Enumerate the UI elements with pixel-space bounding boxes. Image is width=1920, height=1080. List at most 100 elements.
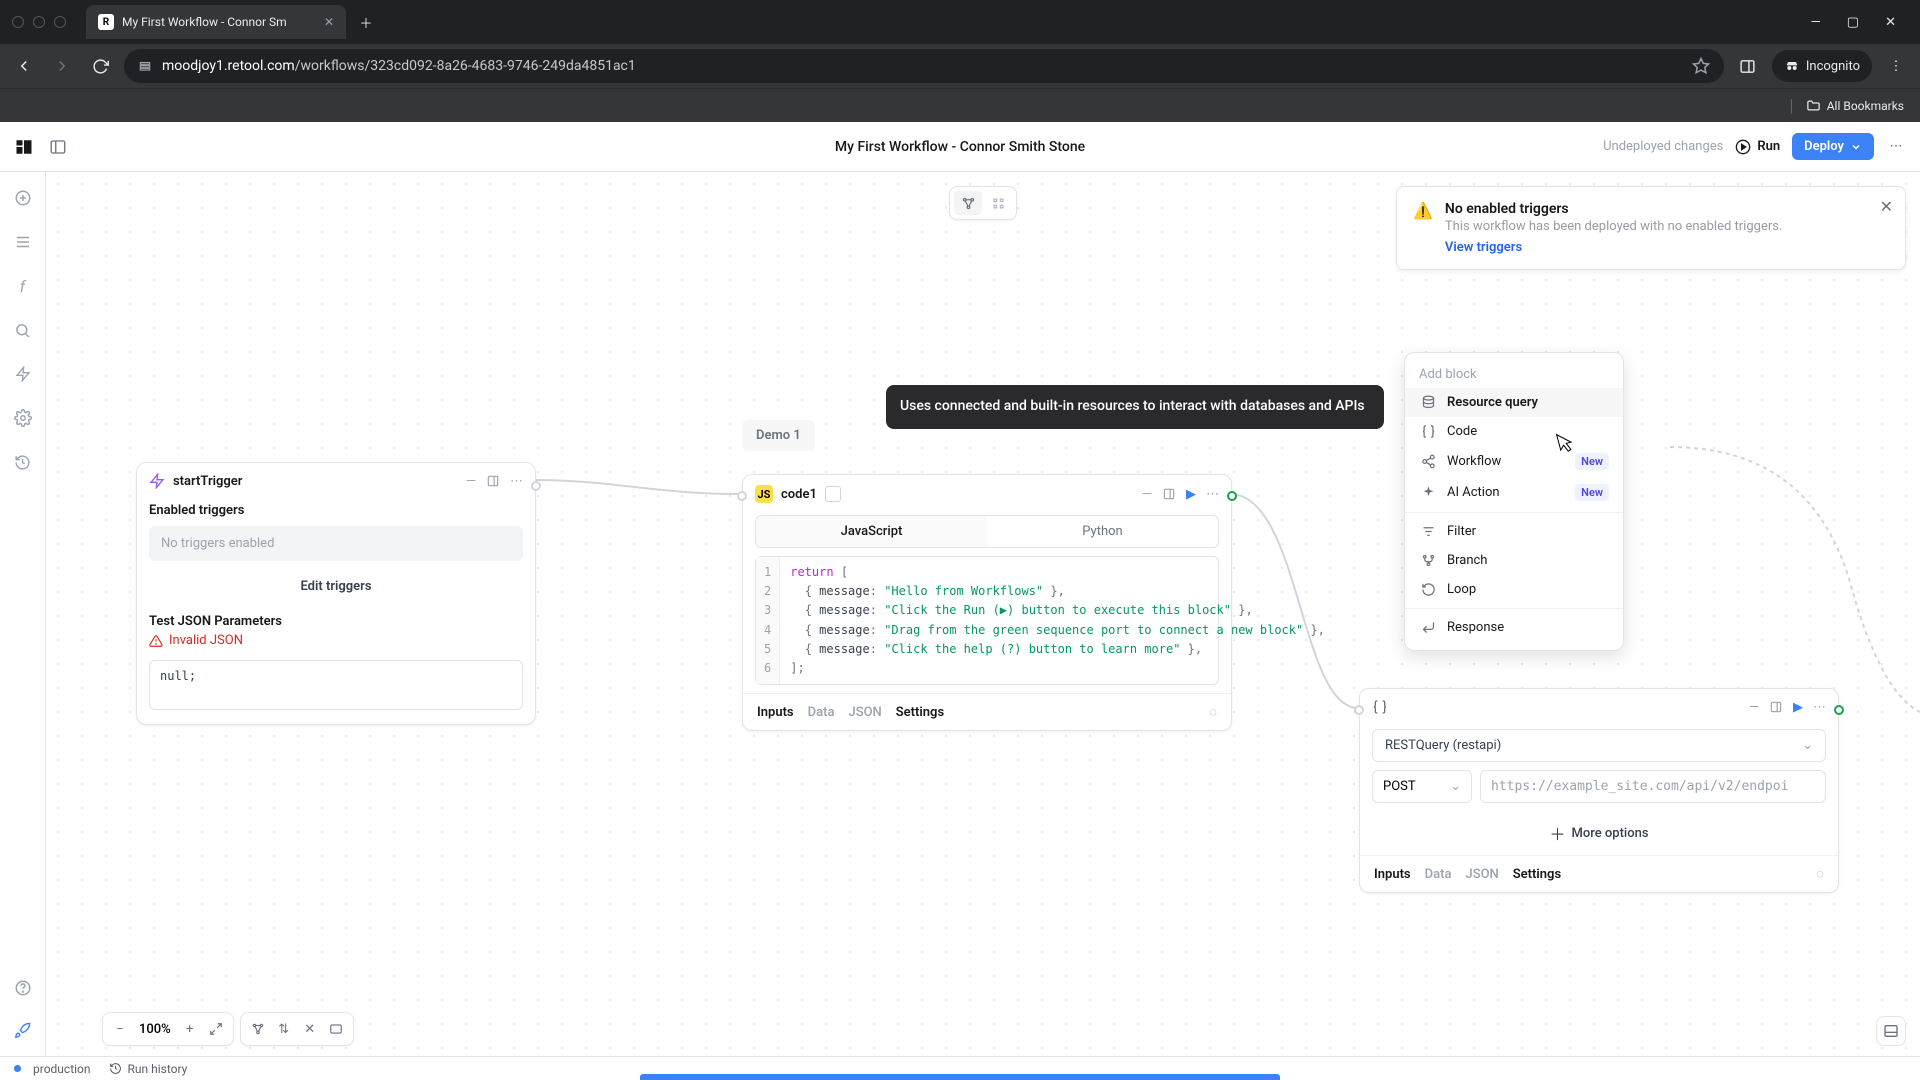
rail-search-button[interactable] [13, 320, 33, 340]
port-out[interactable] [531, 481, 541, 491]
rail-settings-button[interactable] [13, 408, 33, 428]
menu-workflow[interactable]: Workflow New [1405, 446, 1623, 477]
view-list-button[interactable] [984, 191, 1012, 215]
browser-menu-button[interactable]: ⋮ [1882, 52, 1910, 80]
minimap-button[interactable] [323, 1017, 349, 1041]
port-in[interactable] [1354, 705, 1364, 715]
incognito-chip[interactable]: Incognito [1772, 50, 1872, 82]
query-node[interactable]: — ▶ ⋯ RESTQuery (restapi) ⌄ POST ⌄ https… [1359, 688, 1839, 893]
footer-inputs[interactable]: Inputs [757, 705, 794, 720]
app-logo[interactable] [14, 137, 34, 157]
menu-branch[interactable]: Branch [1405, 546, 1623, 575]
footer-data[interactable]: Data [1425, 867, 1452, 882]
node-more-button[interactable]: ⋯ [1206, 487, 1219, 502]
more-options-button[interactable]: ＋ More options [1360, 811, 1838, 855]
menu-resource-query[interactable]: Resource query [1405, 388, 1623, 417]
code-editor[interactable]: 123456 return [ { message: "Hello from W… [755, 556, 1219, 685]
node-more-button[interactable]: ⋯ [510, 474, 523, 489]
tab-javascript[interactable]: JavaScript [756, 516, 987, 547]
notif-close-button[interactable]: ✕ [1880, 197, 1893, 216]
back-button[interactable] [10, 52, 38, 80]
footer-inputs[interactable]: Inputs [1374, 867, 1411, 882]
notif-link[interactable]: View triggers [1445, 240, 1522, 255]
window-close-icon[interactable]: ✕ [1885, 15, 1896, 30]
rail-add-button[interactable] [13, 188, 33, 208]
tab-close-icon[interactable]: ✕ [324, 15, 334, 29]
arrange-button[interactable]: ⇅ [271, 1017, 297, 1041]
env-label: production [33, 1062, 91, 1076]
node-panel-button[interactable] [1162, 487, 1176, 501]
zoom-out-button[interactable]: − [107, 1017, 133, 1041]
port-out-green[interactable] [1227, 491, 1237, 501]
bottom-right-panel-button[interactable] [1876, 1016, 1906, 1046]
side-panel-button[interactable] [1734, 52, 1762, 80]
auto-layout-button[interactable] [245, 1017, 271, 1041]
http-method-select[interactable]: POST ⌄ [1372, 770, 1472, 803]
node-collapse-button[interactable]: — [1749, 700, 1759, 715]
folder-icon [1806, 98, 1821, 113]
zoom-fit-button[interactable] [203, 1017, 229, 1041]
zoom-in-button[interactable]: + [177, 1017, 203, 1041]
run-history-label: Run history [128, 1062, 188, 1076]
footer-settings[interactable]: Settings [1513, 867, 1561, 882]
header-more-button[interactable]: ⋯ [1886, 137, 1906, 157]
test-json-label: Test JSON Parameters [137, 614, 535, 629]
toggle-sidebar-button[interactable] [48, 137, 68, 157]
site-settings-icon[interactable] [138, 59, 152, 73]
port-out-green[interactable] [1834, 705, 1844, 715]
port-in[interactable] [737, 491, 747, 501]
code-node[interactable]: JS code1 — ▶ ⋯ JavaScript Python 123456 … [742, 474, 1232, 731]
window-maximize-icon[interactable]: ▢ [1847, 15, 1859, 30]
group-label[interactable]: Demo 1 [742, 420, 815, 451]
history-icon [109, 1062, 122, 1075]
node-collapse-button[interactable]: — [1142, 487, 1152, 502]
node-panel-button[interactable] [1769, 700, 1783, 714]
loop-icon [1419, 582, 1437, 597]
tab-python[interactable]: Python [987, 516, 1218, 547]
node-more-button[interactable]: ⋯ [1813, 700, 1826, 715]
warning-icon: ⚠️ [1413, 201, 1433, 255]
status-environment[interactable]: production [14, 1062, 91, 1076]
run-button[interactable]: Run [1735, 139, 1780, 155]
footer-json[interactable]: JSON [1465, 867, 1498, 882]
footer-data[interactable]: Data [808, 705, 835, 720]
node-collapse-button[interactable]: — [466, 474, 476, 489]
json-params-input[interactable]: null; [149, 660, 523, 710]
rail-functions-button[interactable]: f [13, 276, 33, 296]
footer-settings[interactable]: Settings [896, 705, 944, 720]
menu-filter[interactable]: Filter [1405, 517, 1623, 546]
all-bookmarks-label: All Bookmarks [1827, 99, 1904, 113]
menu-loop[interactable]: Loop [1405, 575, 1623, 604]
clear-button[interactable]: ✕ [297, 1017, 323, 1041]
url-input[interactable]: https://example_site.com/api/v2/endpoi [1480, 770, 1826, 803]
menu-code[interactable]: Code [1405, 417, 1623, 446]
deploy-button[interactable]: Deploy [1792, 133, 1874, 160]
start-trigger-node[interactable]: startTrigger — ⋯ Enabled triggers No tri… [136, 462, 536, 725]
rail-rocket-button[interactable] [13, 1020, 33, 1040]
zoom-controls: − 100% + [102, 1012, 234, 1046]
new-tab-button[interactable]: ＋ [352, 8, 380, 36]
rail-triggers-button[interactable] [13, 364, 33, 384]
resource-select[interactable]: RESTQuery (restapi) ⌄ [1372, 729, 1826, 762]
node-panel-button[interactable] [486, 474, 500, 488]
rail-history-button[interactable] [13, 452, 33, 472]
menu-response[interactable]: Response [1405, 613, 1623, 642]
rail-help-button[interactable] [13, 978, 33, 998]
footer-json[interactable]: JSON [848, 705, 881, 720]
rail-blocks-button[interactable] [13, 232, 33, 252]
bookmark-star-icon[interactable] [1692, 57, 1710, 75]
window-minimize-icon[interactable]: — [1811, 15, 1821, 30]
browser-tab[interactable]: R My First Workflow - Connor Sm ✕ [86, 5, 346, 39]
forward-button[interactable] [48, 52, 76, 80]
share-icon [1419, 454, 1437, 469]
status-run-history[interactable]: Run history [109, 1062, 188, 1076]
undeployed-label: Undeployed changes [1603, 139, 1723, 154]
node-run-button[interactable]: ▶ [1793, 700, 1803, 715]
reload-button[interactable] [86, 52, 114, 80]
all-bookmarks-button[interactable]: All Bookmarks [1806, 98, 1904, 113]
view-flow-button[interactable] [954, 191, 982, 215]
node-run-button[interactable]: ▶ [1186, 487, 1196, 502]
address-bar[interactable]: moodjoy1.retool.com/workflows/323cd092-8… [124, 49, 1724, 83]
menu-ai-action[interactable]: AI Action New [1405, 477, 1623, 508]
edit-triggers-button[interactable]: Edit triggers [137, 569, 535, 604]
